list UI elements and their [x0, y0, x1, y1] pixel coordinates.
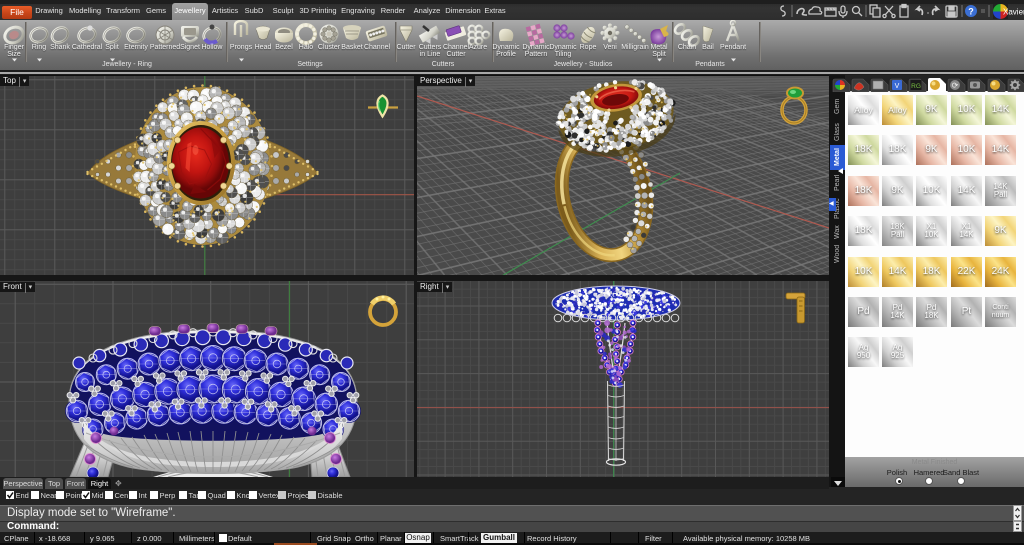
- svg-text:V: V: [895, 83, 900, 90]
- svg-text:Xavier: Xavier: [1003, 8, 1024, 17]
- svg-text:RG: RG: [911, 83, 921, 90]
- svg-text:?: ?: [968, 7, 974, 17]
- svg-text:⟳: ⟳: [952, 81, 959, 90]
